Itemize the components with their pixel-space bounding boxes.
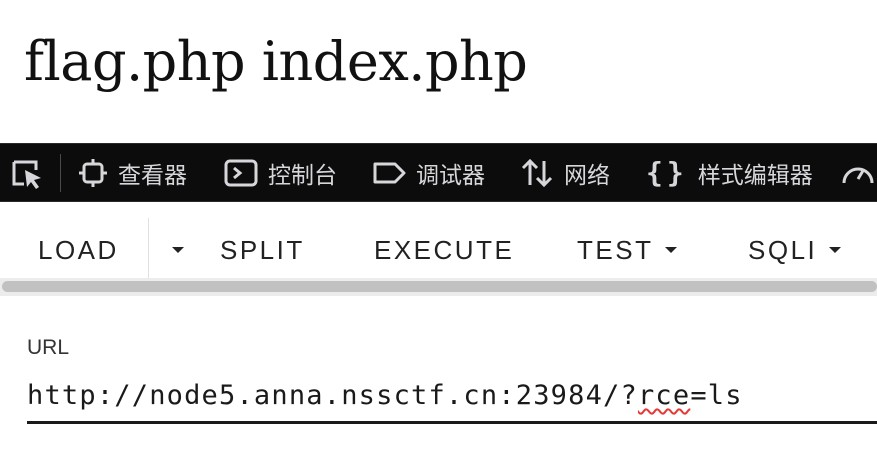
load-button[interactable]: LOAD (38, 218, 119, 282)
network-icon (520, 157, 554, 189)
sqli-menu-label: SQLI (748, 234, 818, 265)
tab-console-label: 控制台 (268, 162, 337, 189)
toolbar-separator (60, 154, 61, 192)
sqli-menu-button[interactable]: SQLI (748, 218, 842, 282)
execute-button[interactable]: EXECUTE (374, 218, 514, 282)
style-editor-icon: {} (646, 156, 688, 189)
devtools-toolbar: 查看器 控制台 调试器 网络 {} 样式编辑器 (0, 143, 877, 202)
tab-debugger[interactable]: 调试器 (372, 144, 485, 201)
tab-network-label: 网络 (564, 162, 610, 189)
url-value-suffix: =ls (690, 380, 743, 411)
chevron-down-icon (172, 247, 184, 253)
element-picker-button[interactable] (10, 144, 44, 201)
tab-performance[interactable] (840, 144, 876, 201)
test-menu-label: TEST (577, 234, 654, 265)
tab-inspector[interactable]: 查看器 (78, 144, 187, 201)
url-value-misspelled-word: rce (637, 380, 691, 411)
element-picker-icon (10, 156, 44, 190)
tab-console[interactable]: 控制台 (224, 144, 337, 201)
split-button[interactable]: SPLIT (220, 218, 305, 282)
performance-icon (840, 157, 876, 189)
load-dropdown-button[interactable] (160, 218, 184, 282)
url-field-label: URL (27, 336, 70, 359)
test-menu-button[interactable]: TEST (577, 218, 678, 282)
console-icon (224, 158, 258, 188)
tab-debugger-label: 调试器 (416, 162, 485, 189)
tab-network[interactable]: 网络 (520, 144, 610, 201)
chevron-down-icon (829, 247, 842, 253)
url-value-prefix: http://node5.anna.nssctf.cn:23984/? (27, 380, 638, 411)
tab-style-editor[interactable]: {} 样式编辑器 (646, 144, 813, 201)
url-input[interactable]: http://node5.anna.nssctf.cn:23984/?rce=l… (27, 372, 877, 424)
inspector-icon (78, 158, 108, 188)
chevron-down-icon (665, 247, 678, 253)
url-field-underline (27, 421, 877, 424)
load-divider (148, 218, 149, 282)
tab-style-editor-label: 样式编辑器 (697, 162, 813, 189)
page-output-text: flag.php index.php (24, 30, 528, 93)
toolbar-scrollbar-thumb[interactable] (2, 281, 877, 292)
hackbar-toolbar: LOAD SPLIT EXECUTE TEST SQLI (0, 218, 877, 282)
tab-inspector-label: 查看器 (118, 162, 187, 189)
debugger-icon (372, 158, 406, 188)
